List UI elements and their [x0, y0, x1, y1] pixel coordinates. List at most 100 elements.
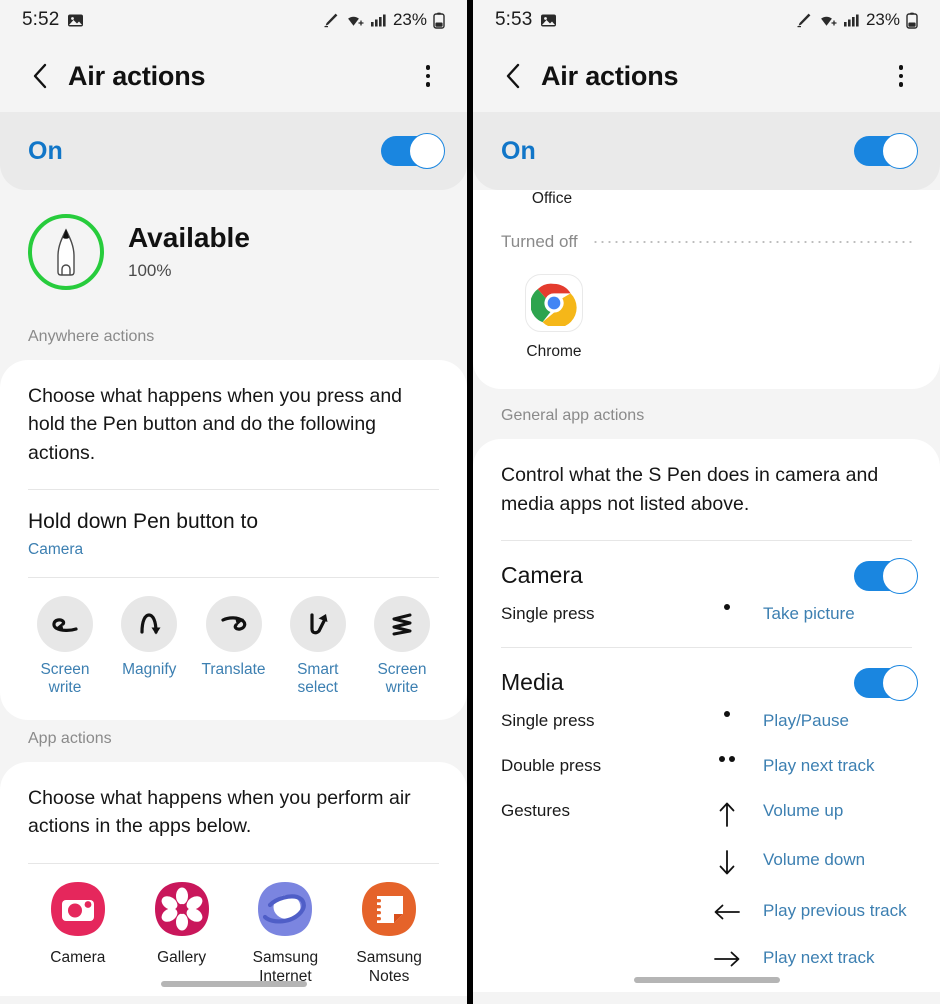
photo-icon [540, 12, 557, 29]
air-actions-master-row[interactable]: On [0, 112, 467, 190]
action-row[interactable]: Play previous track [473, 885, 940, 932]
chrome-app-icon [531, 283, 577, 326]
gesture-label: Smart select [297, 660, 339, 697]
more-options-icon[interactable] [411, 59, 445, 93]
action-value: Volume down [763, 849, 866, 869]
status-time: 5:52 [22, 9, 60, 30]
gesture-right-arrow-icon [205, 595, 262, 652]
master-toggle-switch[interactable] [381, 133, 445, 169]
action-name: Gestures [501, 800, 570, 820]
action-value: Play next track [763, 947, 875, 967]
status-bar-right: 5:53 23% [473, 0, 940, 40]
partial-app-label-office: Office [531, 190, 573, 204]
title-bar-right: Air actions [473, 40, 940, 112]
battery-icon [433, 12, 445, 29]
back-icon[interactable] [24, 59, 58, 93]
action-row[interactable]: Gestures Volume up [473, 785, 940, 836]
action-name: Single press [501, 710, 595, 730]
gesture-label: Translate [201, 660, 266, 678]
group-title: Media [501, 669, 564, 696]
camera-app-icon [50, 881, 105, 936]
app-label: Chrome [526, 343, 582, 360]
gesture-v-up-icon [289, 595, 346, 652]
dotted-divider [591, 241, 912, 243]
action-row[interactable]: Double press Play next track [473, 740, 940, 785]
pen-battery-text: 100% [128, 260, 172, 280]
app-item-gallery[interactable]: Gallery [130, 880, 234, 987]
samsung-notes-app-icon [362, 881, 417, 936]
gallery-app-icon [154, 881, 209, 936]
one-dot-glyph-icon [691, 710, 763, 717]
turned-off-header: Turned off [473, 204, 940, 256]
gesture-label: Screen write [377, 660, 427, 697]
two-dots-glyph-icon [691, 755, 763, 762]
action-value: Play next track [763, 755, 875, 775]
action-row[interactable]: Volume down [473, 836, 940, 885]
one-dot-glyph-icon [691, 603, 763, 610]
arrow-down-icon [691, 850, 763, 876]
general-app-actions-card: Control what the S Pen does in camera an… [473, 439, 940, 992]
action-name: Double press [501, 755, 602, 775]
status-bar-left: 5:52 23% [0, 0, 467, 40]
gesture-label: Screen write [40, 660, 90, 697]
master-toggle-label: On [501, 136, 536, 165]
more-options-icon[interactable] [884, 59, 918, 93]
hold-down-pen-button-row[interactable]: Hold down Pen button to Camera [0, 490, 467, 577]
gesture-item-magnify[interactable]: Magnify [108, 595, 190, 698]
app-item-samsung-internet[interactable]: Samsung Internet [234, 880, 338, 987]
right-scroll-body: Office Turned off Chrome General app act… [473, 190, 940, 992]
action-row[interactable]: Play next track [473, 932, 940, 992]
signal-icon [843, 12, 860, 28]
left-phone-screen: 5:52 23% Air actions On Available 100% A… [0, 0, 467, 1004]
air-actions-master-row[interactable]: On [473, 112, 940, 190]
spen-icon [796, 12, 812, 28]
group-header-camera: Camera [473, 541, 940, 595]
page-title: Air actions [541, 60, 679, 91]
section-header-app-actions: App actions [28, 729, 112, 747]
gesture-up-down-icon [121, 595, 178, 652]
dual-screenshot-container: 5:52 23% Air actions On Available 100% A… [0, 0, 940, 1004]
gesture-item-screen-write-2[interactable]: Screen write [361, 595, 443, 698]
gesture-zigzag-icon [374, 595, 430, 652]
master-toggle-label: On [28, 136, 63, 165]
general-app-actions-description: Control what the S Pen does in camera an… [501, 464, 879, 515]
signal-icon [370, 12, 387, 28]
page-title: Air actions [68, 60, 206, 91]
action-row[interactable]: Single press Play/Pause [473, 702, 940, 740]
home-indicator[interactable] [473, 976, 940, 983]
group-header-media: Media [473, 648, 940, 702]
app-item-samsung-notes[interactable]: Samsung Notes [337, 880, 441, 987]
wifi-plus-icon [345, 12, 364, 28]
media-toggle-switch[interactable] [854, 664, 918, 701]
right-phone-screen: 5:53 23% Air actions On Office Turned of… [473, 0, 940, 1004]
gesture-item-screen-write-1[interactable]: Screen write [24, 595, 106, 698]
group-title: Camera [501, 562, 583, 589]
action-row[interactable]: Single press Take picture [473, 595, 940, 633]
turned-off-label: Turned off [501, 232, 578, 251]
arrow-right-icon [691, 948, 763, 970]
app-item-chrome[interactable]: Chrome [501, 274, 607, 361]
arrow-left-icon [691, 901, 763, 923]
app-actions-card-continued: Office Turned off Chrome [473, 190, 940, 390]
spen-icon [323, 12, 339, 28]
battery-percent: 23% [865, 10, 900, 29]
gesture-label: Magnify [122, 660, 177, 678]
gesture-item-translate[interactable]: Translate [193, 595, 275, 698]
gesture-item-smart-select[interactable]: Smart select [277, 595, 359, 698]
wifi-plus-icon [818, 12, 837, 28]
action-value: Play/Pause [763, 710, 849, 730]
left-scroll-body: Available 100% Anywhere actions Choose w… [0, 190, 467, 997]
back-icon[interactable] [497, 59, 531, 93]
samsung-internet-app-icon [258, 881, 313, 936]
battery-icon [906, 12, 918, 29]
master-toggle-switch[interactable] [854, 133, 918, 169]
app-actions-app-strip: Camera Gallery Samsung Internet Samsung … [0, 864, 467, 997]
action-value: Take picture [763, 603, 855, 623]
camera-toggle-switch[interactable] [854, 557, 918, 594]
home-indicator[interactable] [0, 981, 467, 988]
arrow-up-icon [691, 801, 763, 827]
photo-icon [67, 12, 84, 29]
section-header-general-app-actions: General app actions [501, 407, 645, 425]
app-item-camera[interactable]: Camera [26, 880, 130, 987]
hold-down-pen-value: Camera [28, 540, 84, 558]
